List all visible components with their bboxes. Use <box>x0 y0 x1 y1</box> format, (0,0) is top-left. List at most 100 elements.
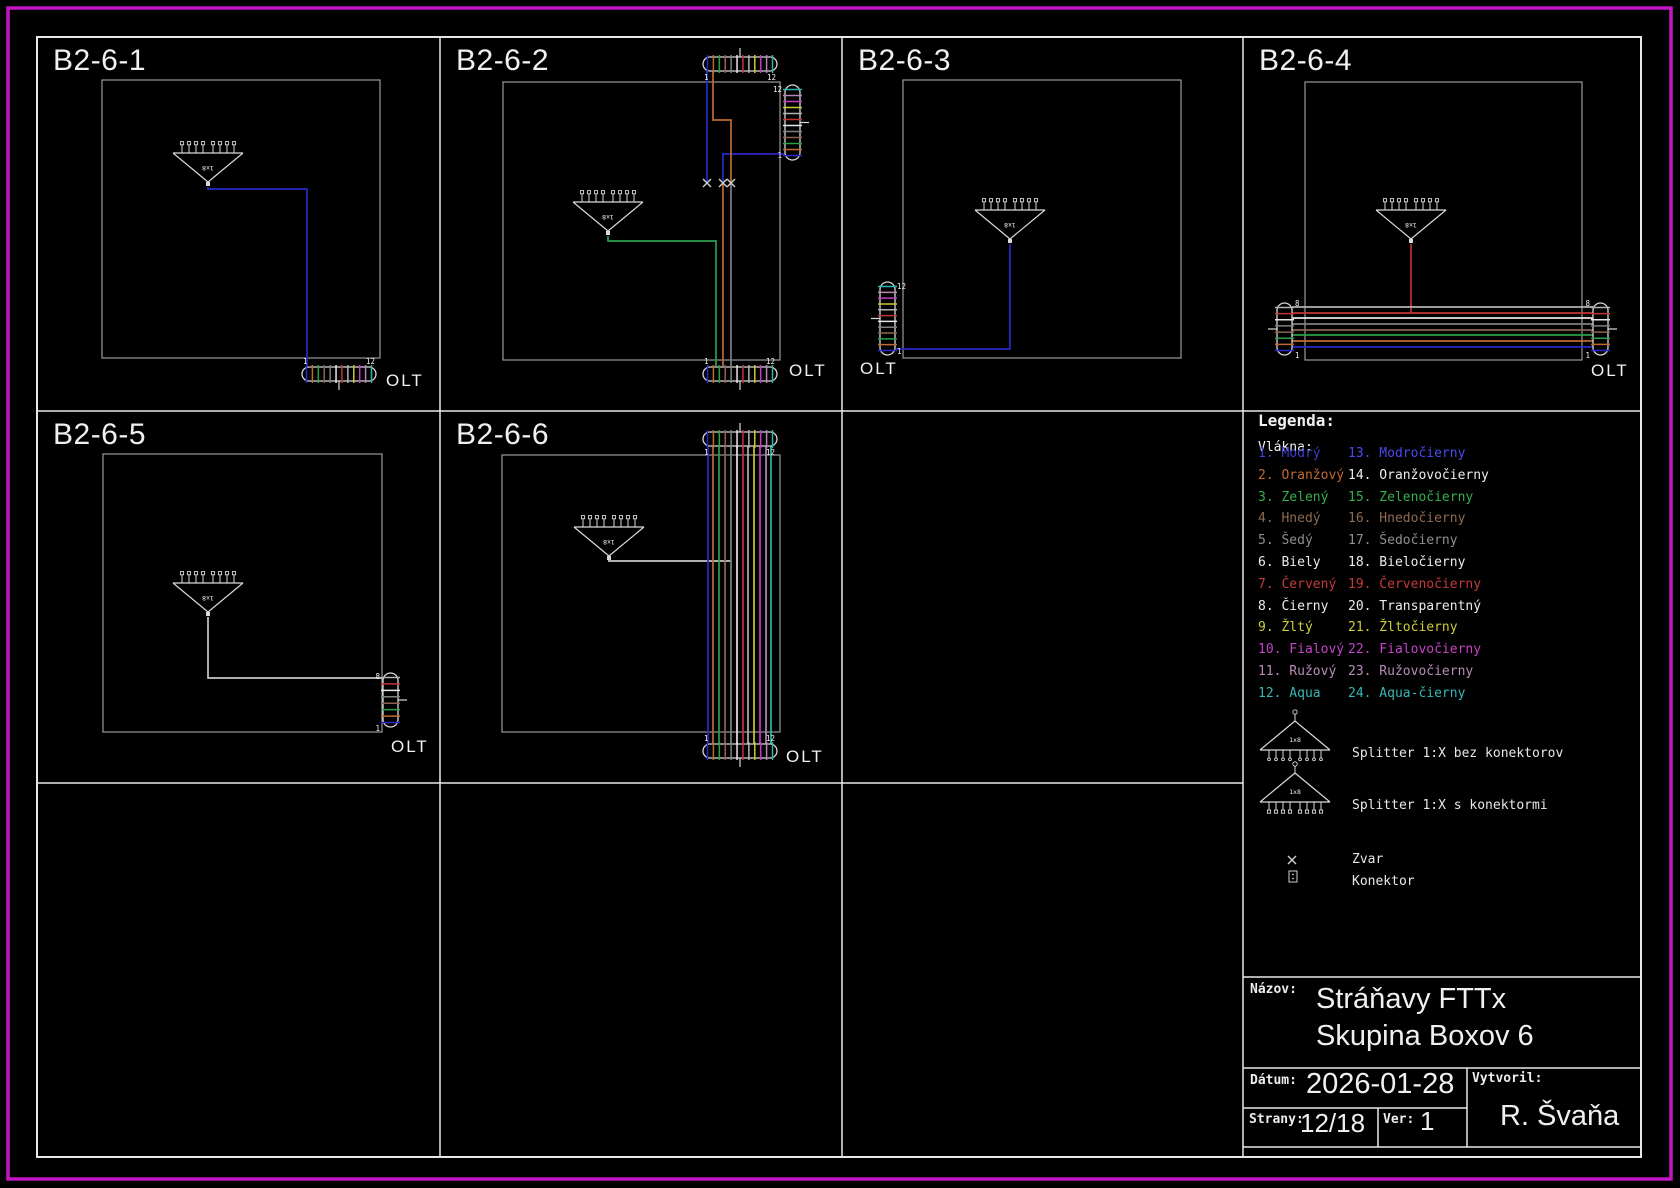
legend-splitter-stub-connector <box>1274 810 1277 813</box>
legend-connector-pin <box>1292 874 1294 876</box>
legend-splitter-with-connectors-label: Splitter 1:X s konektormi <box>1352 799 1548 812</box>
splitter-stub-connector <box>201 572 204 575</box>
panel-title-b2-6-5: B2-6-5 <box>53 420 146 450</box>
legend-fiber-item: 18. Bieločierny <box>1348 556 1465 569</box>
legend-fiber-item: 10. Fialový <box>1258 643 1344 656</box>
splitter-apex-port <box>1409 239 1413 243</box>
splitter-apex-port <box>606 231 610 235</box>
splitter-stub-connector <box>602 516 605 519</box>
titleblock-date-value: 2026-01-28 <box>1306 1070 1454 1099</box>
legend-fiber-item: 24. Aqua-čierny <box>1348 687 1465 700</box>
tube-port-label: 1 <box>303 357 308 366</box>
tube-port-label: 1 <box>1295 351 1300 360</box>
legend-connector-pin <box>1292 878 1294 880</box>
legend-splitter-stub-end <box>1306 758 1309 761</box>
olt-label-b2-6-3: OLT <box>860 360 898 377</box>
splitter-stub-connector <box>618 191 621 194</box>
splitter-stub-connector <box>194 142 197 145</box>
legend-splitter-stub-end <box>1268 758 1271 761</box>
splitter-apex-port <box>206 182 210 186</box>
splitter-stub-connector <box>1003 199 1006 202</box>
titleblock-pages-value: 12/18 <box>1300 1110 1365 1136</box>
tube-port-label: 1 <box>704 73 709 82</box>
legend-splitter-input <box>1293 710 1297 714</box>
splitter-stub-connector <box>1027 199 1030 202</box>
titleblock-author-label: Vytvoril: <box>1472 1072 1542 1085</box>
tube-port-label: 12 <box>897 282 906 291</box>
legend-fiber-item: 9. Žltý <box>1258 621 1313 634</box>
splitter-stub-connector <box>225 142 228 145</box>
legend-fiber-item: 16. Hnedočierny <box>1348 512 1465 525</box>
legend-fiber-item: 6. Biely <box>1258 556 1321 569</box>
splitter-stub-connector <box>632 191 635 194</box>
panel-title-b2-6-4: B2-6-4 <box>1259 46 1352 76</box>
splitter-stub-connector <box>611 191 614 194</box>
splitter-stub-connector <box>581 516 584 519</box>
tube-port-label: 1 <box>704 357 709 366</box>
legend-splitter-stub-end <box>1313 758 1316 761</box>
splitter-stub-connector <box>588 516 591 519</box>
titleblock-version-value: 1 <box>1420 1108 1434 1134</box>
splitter-stub-connector <box>232 142 235 145</box>
splitter-ratio-label: 1x8 <box>1004 221 1016 229</box>
panel-title-b2-6-1: B2-6-1 <box>53 46 146 76</box>
tube-port-label: 12 <box>773 85 782 94</box>
legend-fiber-item: 5. Šedý <box>1258 534 1313 547</box>
splitter-stub-connector <box>625 191 628 194</box>
splitter-stub-connector <box>594 191 597 194</box>
splitter-stub-connector <box>232 572 235 575</box>
legend-splitter-no-connectors-label: Splitter 1:X bez konektorov <box>1352 747 1563 760</box>
legend-fiber-item: 2. Oranžový <box>1258 469 1344 482</box>
splitter-stub-connector <box>187 572 190 575</box>
tube-port-label: 8 <box>1295 299 1300 308</box>
olt-label-b2-6-4: OLT <box>1591 362 1629 379</box>
legend-splitter-stub-connector <box>1319 810 1322 813</box>
fiber-path-f3 <box>608 236 716 366</box>
fiber-path-plain <box>208 617 383 678</box>
splitter-ratio-label: 1x8 <box>603 538 615 546</box>
legend-fiber-item: 8. Čierny <box>1258 600 1328 613</box>
tube-port-label: 12 <box>366 357 375 366</box>
panel-title-b2-6-6: B2-6-6 <box>456 420 549 450</box>
splitter-stub-connector <box>211 142 214 145</box>
splitter-stub-connector <box>996 199 999 202</box>
splitter-ratio-label: 1x8 <box>202 594 214 602</box>
legend-splitter-stub-connector <box>1312 810 1315 813</box>
splitter-stub-connector <box>1404 199 1407 202</box>
tube-port-label: 12 <box>767 73 776 82</box>
legend-splice-label: Zvar <box>1352 853 1383 866</box>
legend-fiber-item: 3. Zelený <box>1258 491 1328 504</box>
legend-splitter-stub-connector <box>1305 810 1308 813</box>
room-outline <box>503 82 780 360</box>
splitter-stub-connector <box>1034 199 1037 202</box>
legend-fiber-item: 13. Modročierny <box>1348 447 1465 460</box>
tube-port-label: 8 <box>375 672 380 681</box>
splitter-stub-connector <box>1390 199 1393 202</box>
sheet: 1121121211121218181811121121x81x81x81x81… <box>0 0 1680 1188</box>
legend-heading: Legenda: <box>1258 413 1335 429</box>
legend-connector-icon <box>1289 871 1297 882</box>
splitter-stub-connector <box>201 142 204 145</box>
splitter-stub-connector <box>1428 199 1431 202</box>
splitter-stub-connector <box>587 191 590 194</box>
fiber-tube <box>383 673 398 727</box>
legend-fiber-item: 14. Oranžovočierny <box>1348 469 1489 482</box>
splitter-stub-connector <box>626 516 629 519</box>
tube-port-label: 1 <box>1585 351 1590 360</box>
splitter-stub-connector <box>633 516 636 519</box>
room-outline <box>903 80 1181 358</box>
splitter-stub-connector <box>180 572 183 575</box>
splitter-stub-connector <box>601 191 604 194</box>
room-outline <box>102 80 380 358</box>
splitter-ratio-label: 1x8 <box>602 213 614 221</box>
tube-port-label: 12 <box>766 734 775 743</box>
room-outline <box>502 455 780 732</box>
splitter-stub-connector <box>1414 199 1417 202</box>
tube-port-label: 1 <box>704 448 709 457</box>
tube-port-label: 1 <box>777 151 782 160</box>
splitter-stub-connector <box>1421 199 1424 202</box>
splitter-apex-port <box>607 556 611 560</box>
titleblock-title-line2: Skupina Boxov 6 <box>1316 1022 1534 1051</box>
legend-fiber-item: 23. Ružovočierny <box>1348 665 1473 678</box>
splitter-stub-connector <box>180 142 183 145</box>
